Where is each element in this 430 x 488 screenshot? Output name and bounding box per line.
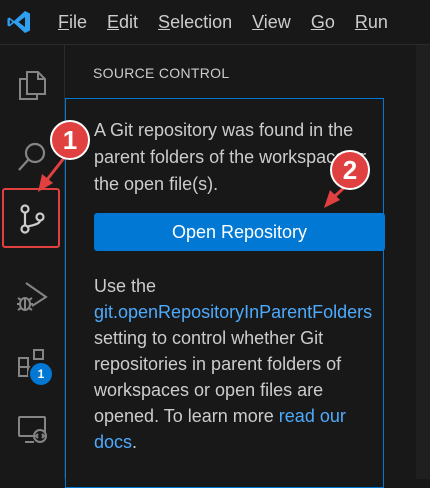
menu-bar: File Edit Selection View Go Run: [0, 0, 430, 45]
info-suffix: .: [132, 432, 138, 452]
parent-folders-info: Use the git.openRepositoryInParentFolder…: [94, 273, 389, 455]
menu-go[interactable]: Go: [311, 12, 335, 33]
remote-explorer-icon[interactable]: [0, 397, 64, 461]
activity-bar: 1: [0, 45, 65, 479]
info-prefix: Use the: [94, 276, 157, 296]
setting-link[interactable]: git.openRepositoryInParentFolders: [94, 302, 372, 322]
sidebar-scrollbar[interactable]: [416, 45, 430, 479]
menu-selection[interactable]: Selection: [158, 12, 232, 33]
explorer-icon[interactable]: [0, 53, 64, 117]
vscode-logo-icon: [0, 0, 38, 44]
menu-view[interactable]: View: [252, 12, 291, 33]
open-repository-button[interactable]: Open Repository: [94, 213, 385, 251]
extensions-badge: 1: [28, 361, 54, 387]
callout-1: 1: [50, 120, 90, 160]
menu-file[interactable]: File: [58, 12, 87, 33]
menu-edit[interactable]: Edit: [107, 12, 138, 33]
callout-2: 2: [330, 150, 370, 190]
run-debug-icon[interactable]: [0, 265, 64, 329]
source-control-sidebar: SOURCE CONTROL A Git repository was foun…: [65, 45, 430, 488]
source-control-highlight-box: [2, 188, 60, 248]
sidebar-title: SOURCE CONTROL: [93, 65, 230, 81]
menu-run[interactable]: Run: [355, 12, 388, 33]
